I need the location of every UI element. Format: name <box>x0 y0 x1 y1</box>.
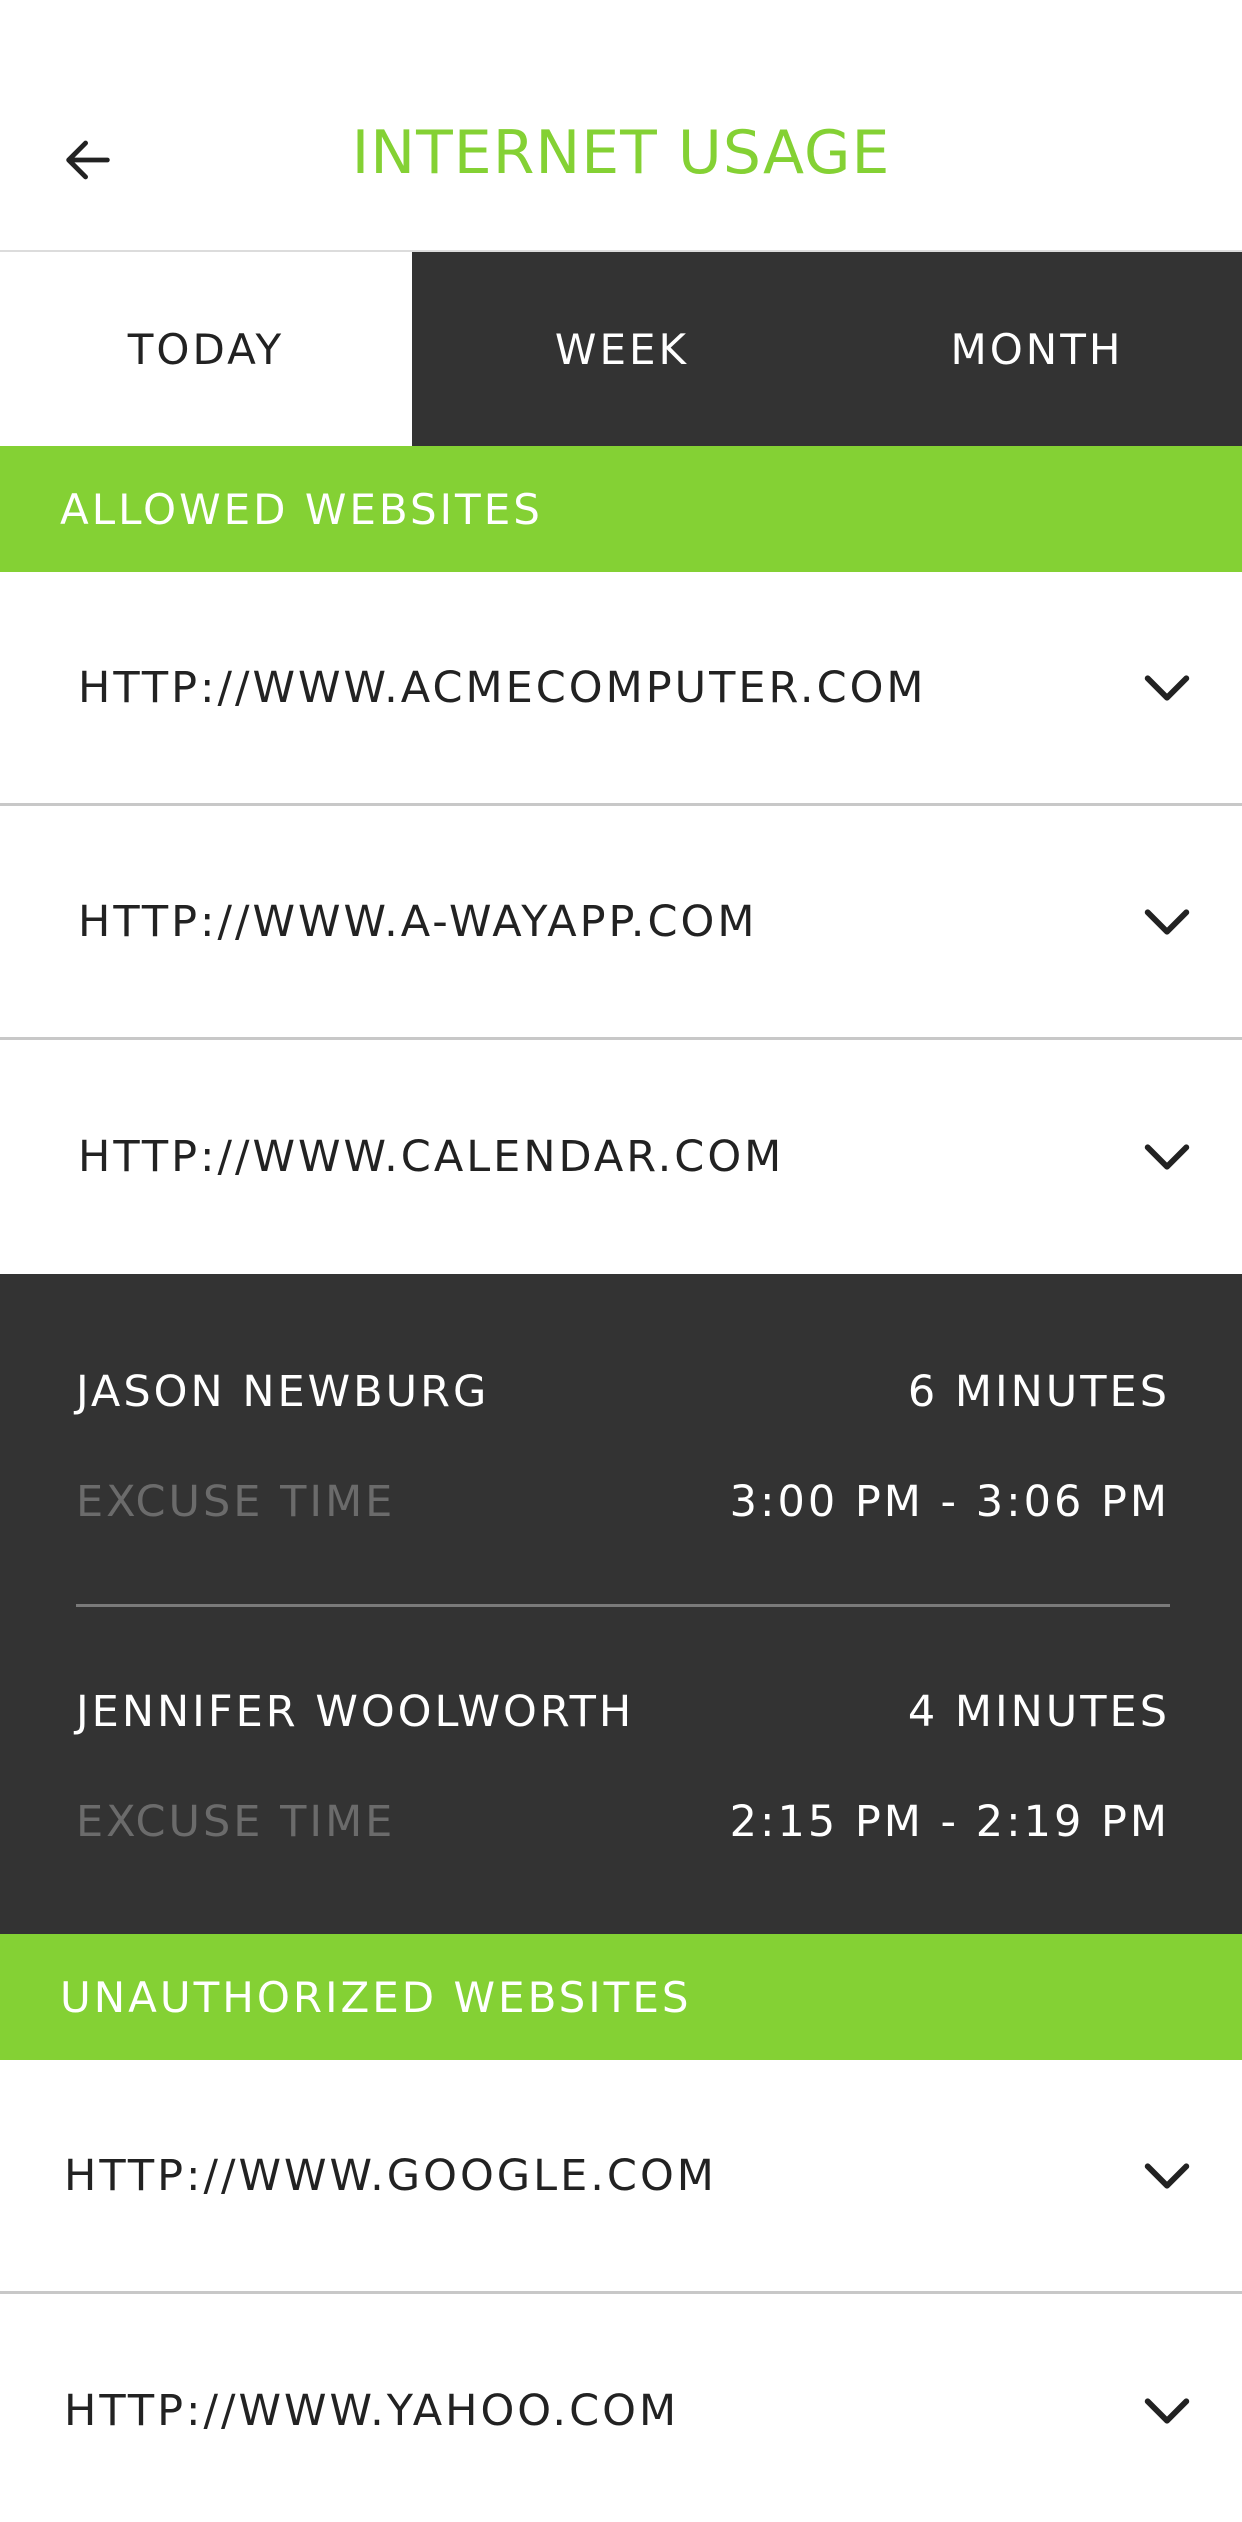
excuse-time-label: EXCUSE TIME <box>76 1477 396 1527</box>
unauthorized-site-row-google[interactable]: HTTP://WWW.GOOGLE.COM <box>0 2060 1242 2294</box>
allowed-websites-header: ALLOWED WEBSITES <box>0 446 1242 572</box>
excuse-time-label: EXCUSE TIME <box>76 1797 396 1847</box>
tab-today[interactable]: TODAY <box>0 252 412 446</box>
allowed-site-row-acmecomputer[interactable]: HTTP://WWW.ACMECOMPUTER.COM <box>0 572 1242 806</box>
site-url: HTTP://WWW.ACMECOMPUTER.COM <box>78 662 927 713</box>
chevron-down-icon[interactable] <box>1132 1122 1202 1192</box>
usage-duration: 4 MINUTES <box>907 1687 1170 1737</box>
site-url: HTTP://WWW.CALENDAR.COM <box>78 1132 785 1182</box>
chevron-down-icon[interactable] <box>1132 653 1202 723</box>
site-url: HTTP://WWW.YAHOO.COM <box>64 2386 680 2436</box>
excuse-time-range: 2:15 PM - 2:19 PM <box>729 1797 1170 1847</box>
excuse-time-range: 3:00 PM - 3:06 PM <box>729 1477 1170 1527</box>
site-url: HTTP://WWW.GOOGLE.COM <box>64 2150 717 2201</box>
unauthorized-site-row-yahoo[interactable]: HTTP://WWW.YAHOO.COM <box>0 2294 1242 2522</box>
user-name: JASON NEWBURG <box>76 1367 490 1417</box>
page-title: INTERNET USAGE <box>351 118 891 188</box>
chevron-down-icon[interactable] <box>1132 887 1202 957</box>
usage-duration: 6 MINUTES <box>907 1367 1170 1417</box>
chevron-down-icon[interactable] <box>1132 2141 1202 2211</box>
site-url: HTTP://WWW.A-WAYAPP.COM <box>78 896 758 947</box>
top-bar: INTERNET USAGE <box>0 0 1242 250</box>
usage-entry: JENNIFER WOOLWORTH 4 MINUTES EXCUSE TIME… <box>76 1682 1170 1852</box>
allowed-site-row-calendar[interactable]: HTTP://WWW.CALENDAR.COM <box>0 1040 1242 1274</box>
divider <box>76 1604 1170 1607</box>
user-name: JENNIFER WOOLWORTH <box>76 1687 635 1737</box>
allowed-site-row-awayapp[interactable]: HTTP://WWW.A-WAYAPP.COM <box>0 806 1242 1040</box>
unauthorized-websites-header: UNAUTHORIZED WEBSITES <box>0 1934 1242 2060</box>
site-usage-details: JASON NEWBURG 6 MINUTES EXCUSE TIME 3:00… <box>0 1274 1242 1934</box>
tab-month[interactable]: MONTH <box>832 252 1242 446</box>
app-root: INTERNET USAGE TODAY WEEK MONTH ALLOWED … <box>0 0 1242 2522</box>
chevron-down-icon[interactable] <box>1132 2376 1202 2446</box>
period-tabs: TODAY WEEK MONTH <box>0 250 1242 446</box>
tab-week[interactable]: WEEK <box>412 252 832 446</box>
usage-entry: JASON NEWBURG 6 MINUTES EXCUSE TIME 3:00… <box>76 1362 1170 1532</box>
